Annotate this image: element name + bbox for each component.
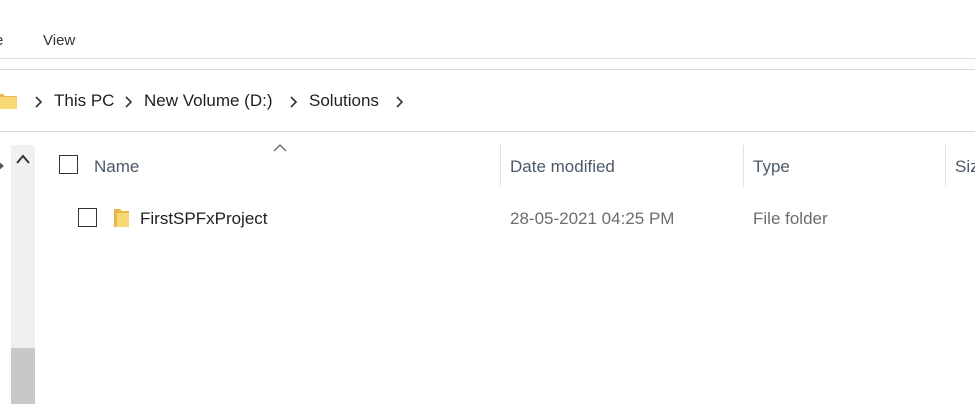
folder-icon (0, 94, 17, 109)
chevron-right-icon[interactable] (288, 96, 298, 108)
breadcrumb-solutions[interactable]: Solutions (309, 91, 379, 111)
column-divider[interactable] (500, 145, 501, 187)
column-header-date-modified[interactable]: Date modified (510, 157, 615, 177)
select-all-checkbox[interactable] (59, 155, 78, 174)
scroll-up-arrow-icon[interactable] (15, 153, 31, 165)
expand-caret-icon[interactable] (0, 161, 6, 171)
chevron-right-icon[interactable] (33, 96, 43, 108)
address-bar[interactable]: This PC New Volume (D:) Solutions (0, 69, 975, 132)
column-header-type[interactable]: Type (753, 157, 790, 177)
ribbon-divider (0, 58, 975, 59)
file-name[interactable]: FirstSPFxProject (140, 209, 268, 229)
row-checkbox[interactable] (78, 208, 97, 227)
breadcrumb-this-pc[interactable]: This PC (54, 91, 114, 111)
tab-view[interactable]: View (43, 32, 75, 49)
navigation-pane (0, 133, 36, 404)
folder-icon (114, 209, 129, 227)
chevron-right-icon[interactable] (123, 96, 133, 108)
table-row[interactable]: FirstSPFxProject 28-05-2021 04:25 PM Fil… (36, 199, 975, 239)
column-header-name[interactable]: Name (94, 157, 139, 177)
chevron-right-icon[interactable] (394, 96, 404, 108)
nav-scrollbar-thumb[interactable] (11, 348, 35, 404)
tab-home[interactable]: e (0, 32, 3, 49)
file-list: Name Date modified Type Siz FirstSPFxPro… (36, 133, 975, 404)
breadcrumb-new-volume[interactable]: New Volume (D:) (144, 91, 272, 111)
file-type: File folder (753, 209, 828, 228)
column-divider[interactable] (743, 145, 744, 187)
ribbon-menubar: e View (0, 0, 975, 59)
column-divider[interactable] (945, 145, 946, 187)
column-header-size[interactable]: Siz (955, 157, 975, 177)
sort-ascending-icon (273, 144, 287, 152)
file-date-modified: 28-05-2021 04:25 PM (510, 209, 675, 228)
